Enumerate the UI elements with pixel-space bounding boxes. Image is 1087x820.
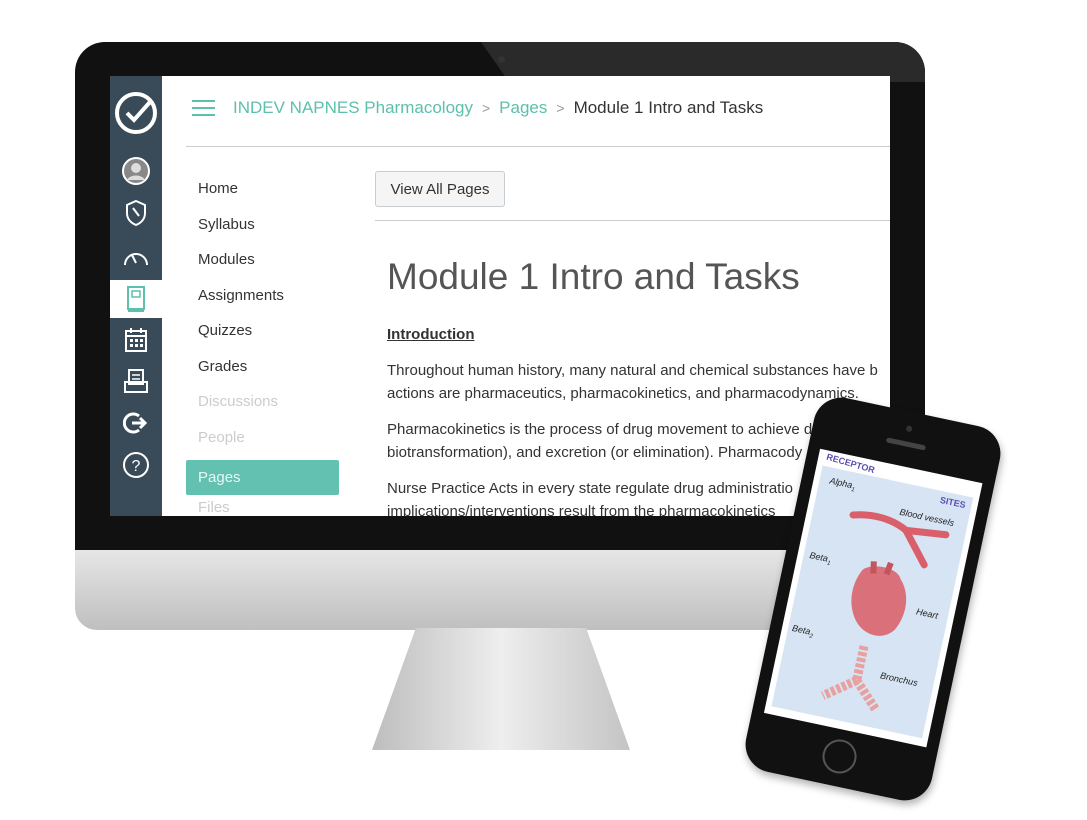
nav-grades[interactable]: Grades xyxy=(186,354,339,390)
section-heading: Introduction xyxy=(387,326,475,343)
camera xyxy=(498,56,505,63)
nav-pages[interactable]: Pages xyxy=(186,460,339,495)
calendar-icon[interactable] xyxy=(110,321,162,359)
receptor-sites-illustration: Alpha1 Blood vessels Beta1 Heart Beta2 B… xyxy=(771,465,974,739)
admin-shield-icon[interactable] xyxy=(110,194,162,232)
nav-files: Files xyxy=(198,499,230,516)
breadcrumb: INDEV NAPNES Pharmacology > Pages > Modu… xyxy=(192,98,763,118)
paragraph: Throughout human history, many natural a… xyxy=(387,362,878,402)
hamburger-menu-icon[interactable] xyxy=(192,100,215,116)
nav-home[interactable]: Home xyxy=(186,176,339,212)
logout-icon[interactable] xyxy=(110,404,162,442)
monitor-stand xyxy=(372,628,630,750)
inbox-icon[interactable] xyxy=(110,362,162,400)
nav-modules[interactable]: Modules xyxy=(186,247,339,283)
svg-text:?: ? xyxy=(132,458,141,475)
breadcrumb-current: Module 1 Intro and Tasks xyxy=(573,98,764,117)
nav-discussions: Discussions xyxy=(198,393,279,410)
nav-people: People xyxy=(198,428,245,446)
nav-quizzes[interactable]: Quizzes xyxy=(186,318,339,354)
chevron-right-icon: > xyxy=(481,100,491,116)
help-icon[interactable]: ? xyxy=(110,446,162,484)
logo-check-icon[interactable] xyxy=(110,91,162,135)
phone-home-button[interactable] xyxy=(819,736,860,777)
breadcrumb-pages[interactable]: Pages xyxy=(499,98,547,118)
courses-book-icon[interactable] xyxy=(110,280,162,318)
chevron-right-icon: > xyxy=(556,100,565,116)
account-icon[interactable] xyxy=(110,152,162,190)
global-nav: ? xyxy=(110,76,162,516)
nav-syllabus[interactable]: Syllabus xyxy=(186,212,339,248)
breadcrumb-course[interactable]: INDEV NAPNES Pharmacology xyxy=(233,98,473,118)
view-all-pages-button[interactable]: View All Pages xyxy=(375,171,505,207)
divider xyxy=(375,220,890,221)
dashboard-icon[interactable] xyxy=(110,237,162,275)
monitor-screen: ? INDEV NAPNES Pharmacology > Pages > Mo… xyxy=(110,76,890,516)
course-nav: Home Syllabus Modules Assignments Quizze… xyxy=(186,176,339,516)
phone-camera xyxy=(905,425,913,433)
nav-assignments[interactable]: Assignments xyxy=(186,283,339,319)
page-title: Module 1 Intro and Tasks xyxy=(387,256,800,297)
divider xyxy=(186,146,890,147)
phone-speaker xyxy=(885,437,927,451)
